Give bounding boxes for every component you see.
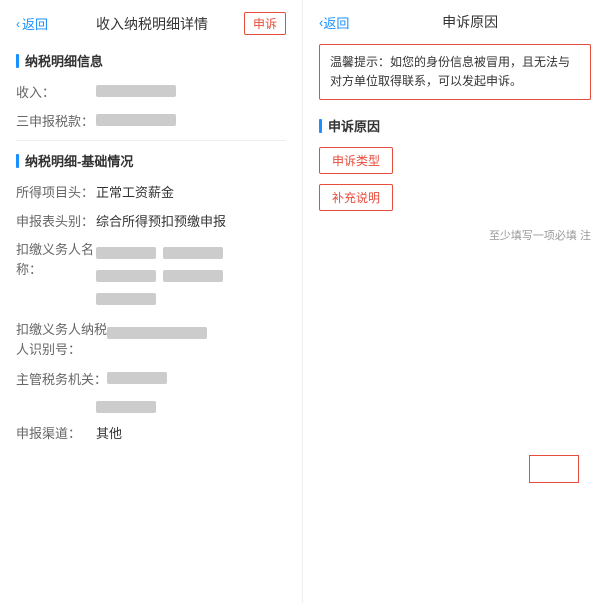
right-panel: ‹ 返回 申诉原因 温馨提示：如您的身份信息被冒用，且无法与对方单位取得联系，可…	[303, 0, 607, 603]
appeal-reason-title: 申诉原因	[319, 116, 591, 135]
left-back-chevron: ‹	[16, 17, 20, 31]
channel-row: 申报渠道： 其他	[16, 423, 286, 442]
empty-input-box[interactable]	[529, 455, 579, 483]
section1-title: 纳税明细信息	[16, 51, 286, 70]
duty-person-row: 扣缴义务人名称：	[16, 240, 286, 310]
section1-blue-bar	[16, 54, 19, 68]
declare-type-value: 综合所得预扣预缴申报	[96, 211, 286, 230]
left-header: ‹ 返回 收入纳税明细详情 申诉	[16, 12, 286, 35]
left-back-label: 返回	[22, 14, 48, 33]
section2-title: 纳税明细-基础情况	[16, 151, 286, 170]
duty-person-p2	[163, 247, 223, 259]
income-label: 收入：	[16, 82, 96, 101]
hint-text: 至少填写一项必填 注	[319, 227, 591, 243]
income-placeholder	[96, 85, 176, 97]
declare-type-row: 申报表头别： 综合所得预扣预缴申报	[16, 211, 286, 230]
declare-type-label: 申报表头别：	[16, 211, 96, 230]
income-type-label: 所得项目头：	[16, 182, 96, 201]
channel-label: 申报渠道：	[16, 423, 96, 442]
left-panel-title: 收入纳税明细详情	[60, 14, 244, 34]
supplement-button[interactable]: 补充说明	[319, 184, 393, 211]
section2-blue-bar	[16, 154, 19, 168]
tax-row: 三申报税款：	[16, 111, 286, 130]
appeal-blue-bar	[319, 119, 322, 133]
duty-id-label: 扣缴义务人纳税人识别号：	[16, 320, 107, 359]
right-panel-title: 申诉原因	[349, 12, 591, 32]
appeal-button[interactable]: 申诉	[244, 12, 286, 35]
tax-label: 三申报税款：	[16, 111, 96, 130]
duty-person-p4	[163, 270, 223, 282]
divider1	[16, 140, 286, 141]
duty-person-label: 扣缴义务人名称：	[16, 240, 96, 279]
income-row: 收入：	[16, 82, 286, 101]
duty-id-value	[107, 320, 286, 343]
empty-placeholder	[96, 401, 156, 413]
tax-authority-value	[107, 369, 286, 384]
tax-placeholder	[96, 114, 176, 126]
income-type-row: 所得项目头： 正常工资薪金	[16, 182, 286, 201]
channel-value: 其他	[96, 423, 286, 442]
right-back-button[interactable]: ‹ 返回	[319, 13, 349, 32]
empty-row	[16, 398, 286, 413]
tax-authority-row: 主管税务机关：	[16, 369, 286, 388]
appeal-type-button[interactable]: 申诉类型	[319, 147, 393, 174]
warning-box: 温馨提示：如您的身份信息被冒用，且无法与对方单位取得联系，可以发起申诉。	[319, 44, 591, 100]
duty-id-row: 扣缴义务人纳税人识别号：	[16, 320, 286, 359]
tax-value	[96, 111, 286, 126]
left-panel: ‹ 返回 收入纳税明细详情 申诉 纳税明细信息 收入： 三申报税款： 纳税明细-…	[0, 0, 303, 603]
tax-authority-placeholder	[107, 372, 167, 384]
right-back-label: 返回	[323, 13, 349, 32]
right-header: ‹ 返回 申诉原因	[319, 12, 591, 32]
warning-text: 温馨提示：如您的身份信息被冒用，且无法与对方单位取得联系，可以发起申诉。	[330, 55, 570, 88]
income-value	[96, 82, 286, 97]
duty-id-placeholder	[107, 327, 207, 339]
duty-person-p1	[96, 247, 156, 259]
income-type-value: 正常工资薪金	[96, 182, 286, 201]
duty-person-p5	[96, 293, 156, 305]
duty-person-value	[96, 240, 286, 310]
duty-person-p3	[96, 270, 156, 282]
left-back-button[interactable]: ‹ 返回	[16, 14, 48, 33]
empty-value	[96, 398, 286, 413]
tax-authority-label: 主管税务机关：	[16, 369, 107, 388]
